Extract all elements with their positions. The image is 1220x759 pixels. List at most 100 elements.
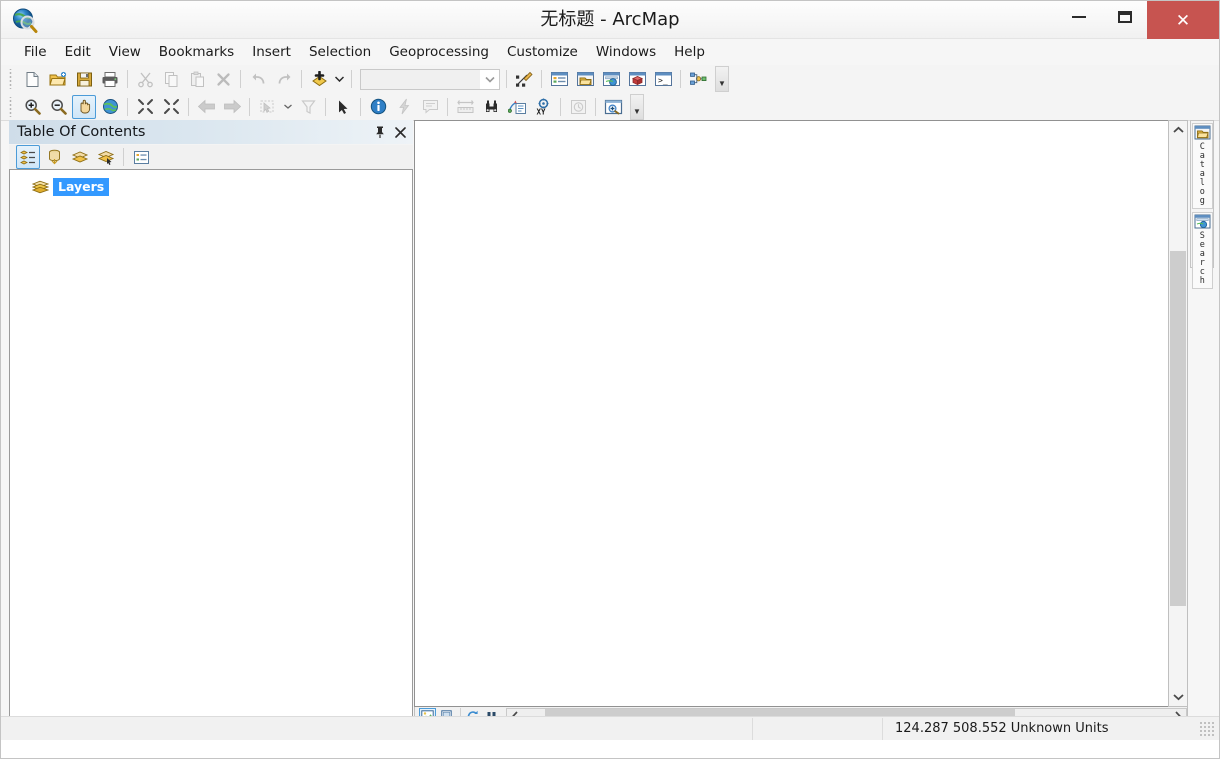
hyperlink-button[interactable] (392, 95, 416, 119)
delete-button[interactable] (211, 67, 235, 91)
time-slider-clock-icon (570, 99, 587, 115)
minimize-icon (1071, 16, 1086, 18)
select-elements-button[interactable] (331, 95, 355, 119)
select-elements-arrow-icon (336, 99, 351, 115)
list-by-drawing-order-button[interactable] (16, 145, 40, 169)
redo-button[interactable] (272, 67, 296, 91)
modelbuilder-window-button[interactable] (686, 67, 710, 91)
list-by-selection-icon (97, 149, 115, 165)
catalog-window-icon (576, 71, 595, 87)
fixed-zoom-in-button[interactable] (133, 95, 157, 119)
resize-grip-icon[interactable] (1199, 720, 1215, 737)
table-of-contents-window-button[interactable] (547, 67, 571, 91)
menu-bookmarks[interactable]: Bookmarks (150, 41, 243, 63)
map-scale-combo[interactable] (360, 68, 500, 90)
close-icon[interactable] (394, 125, 407, 140)
svg-text:XY: XY (536, 108, 546, 116)
toolbar-grip[interactable] (7, 69, 16, 89)
menu-view[interactable]: View (100, 41, 150, 63)
list-by-selection-button[interactable] (94, 145, 118, 169)
select-features-button[interactable] (255, 95, 279, 119)
paste-button[interactable] (185, 67, 209, 91)
menu-customize[interactable]: Customize (498, 41, 587, 63)
map-canvas[interactable] (414, 120, 1188, 707)
new-document-icon (24, 71, 41, 88)
toolbar-separator-2 (240, 70, 241, 88)
menu-geoprocessing[interactable]: Geoprocessing (380, 41, 498, 63)
arctoolbox-window-button[interactable] (625, 67, 649, 91)
add-data-button[interactable] (307, 67, 331, 91)
right-dock-tabs: Catalog Search (1190, 120, 1214, 289)
standard-toolbar-overflow-button[interactable]: ▼ (715, 66, 729, 92)
toc-tree[interactable]: Layers (9, 169, 413, 723)
measure-button[interactable] (453, 95, 477, 119)
search-window-button[interactable] (599, 67, 623, 91)
tools-separator-5 (360, 97, 361, 116)
status-coordinates: 124.287 508.552 Unknown Units (895, 721, 1109, 736)
close-button[interactable]: ✕ (1147, 1, 1219, 39)
open-map-button[interactable] (46, 67, 70, 91)
copy-button[interactable] (159, 67, 183, 91)
hyperlink-lightning-icon (397, 98, 412, 115)
fixed-zoom-out-button[interactable] (159, 95, 183, 119)
menu-windows[interactable]: Windows (587, 41, 665, 63)
editor-toolbar-button[interactable] (512, 67, 536, 91)
maximize-button[interactable] (1102, 1, 1147, 33)
tools-toolbar-grip[interactable] (7, 96, 16, 117)
select-features-dropdown[interactable] (281, 95, 294, 119)
menu-help[interactable]: Help (665, 41, 714, 63)
identify-button[interactable] (366, 95, 390, 119)
menu-edit[interactable]: Edit (56, 41, 100, 63)
scroll-down-arrow-icon[interactable] (1169, 688, 1187, 706)
print-map-button[interactable] (98, 67, 122, 91)
toc-options-button[interactable] (129, 145, 153, 169)
go-back-extent-button[interactable] (194, 95, 218, 119)
menu-selection[interactable]: Selection (300, 41, 380, 63)
list-by-source-button[interactable] (42, 145, 66, 169)
undo-button[interactable] (246, 67, 270, 91)
tools-separator-7 (560, 97, 561, 116)
python-window-button[interactable]: >_ (651, 67, 675, 91)
pin-icon[interactable] (373, 125, 386, 140)
time-slider-button[interactable] (566, 95, 590, 119)
html-popup-button[interactable] (418, 95, 442, 119)
full-extent-button[interactable] (98, 95, 122, 119)
tools-toolbar-overflow-button[interactable]: ▼ (630, 93, 644, 120)
zoom-in-button[interactable] (20, 95, 44, 119)
zoom-out-button[interactable] (46, 95, 70, 119)
find-route-button[interactable] (505, 95, 529, 119)
tools-separator-6 (447, 97, 448, 116)
go-to-xy-button[interactable]: XY (531, 95, 555, 119)
cut-button[interactable] (133, 67, 157, 91)
catalog-window-button[interactable] (573, 67, 597, 91)
toc-toolbar-separator (123, 148, 124, 166)
add-data-dropdown[interactable] (333, 67, 346, 91)
list-by-visibility-button[interactable] (68, 145, 92, 169)
scroll-up-arrow-icon[interactable] (1169, 121, 1187, 139)
menu-insert[interactable]: Insert (243, 41, 300, 63)
go-forward-extent-button[interactable] (220, 95, 244, 119)
toc-tree-item-layers[interactable]: Layers (32, 178, 412, 196)
dock-tab-search[interactable]: Search (1191, 212, 1213, 289)
window-title: 无标题 - ArcMap (540, 9, 680, 30)
clear-selection-button[interactable] (296, 95, 320, 119)
save-map-button[interactable] (72, 67, 96, 91)
scissors-icon (137, 71, 154, 88)
find-button[interactable] (479, 95, 503, 119)
toc-options-icon (133, 150, 150, 165)
map-vertical-scrollbar[interactable] (1168, 120, 1188, 707)
create-viewer-window-button[interactable] (601, 95, 625, 119)
dock-tab-catalog[interactable]: Catalog (1191, 123, 1213, 209)
copy-pages-icon (163, 71, 180, 88)
chevron-down-icon[interactable] (480, 69, 499, 89)
toolbar-separator (127, 70, 128, 88)
menu-file[interactable]: File (15, 41, 56, 63)
pan-button[interactable] (72, 94, 96, 119)
new-map-button[interactable] (20, 67, 44, 91)
vertical-scrollbar-thumb[interactable] (1170, 251, 1186, 606)
minimize-button[interactable] (1056, 1, 1101, 33)
find-binoculars-icon (482, 99, 501, 115)
chevron-down-icon (335, 76, 344, 82)
modelbuilder-icon (689, 71, 708, 87)
identify-info-icon (370, 98, 387, 115)
